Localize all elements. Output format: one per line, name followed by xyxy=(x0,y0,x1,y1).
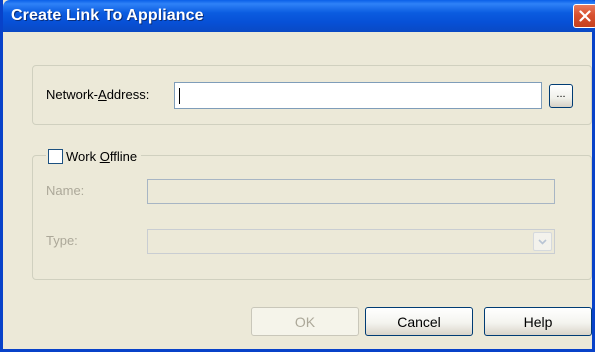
type-label: Type: xyxy=(46,233,78,248)
offline-group xyxy=(32,155,592,280)
work-offline-toggle[interactable]: Work Offline xyxy=(46,146,142,166)
network-address-input[interactable] xyxy=(174,82,542,109)
cancel-button[interactable]: Cancel xyxy=(365,307,473,336)
work-offline-label: Work Offline xyxy=(66,148,138,164)
help-button[interactable]: Help xyxy=(484,307,592,336)
name-field xyxy=(147,179,555,204)
work-offline-checkbox[interactable] xyxy=(48,148,63,164)
ok-button[interactable]: OK xyxy=(251,307,359,336)
close-button[interactable] xyxy=(573,4,595,28)
dialog-title: Create Link To Appliance xyxy=(11,7,204,24)
chevron-down-icon xyxy=(538,238,547,245)
type-dropdown-button xyxy=(533,232,552,251)
network-address-label: Network-Address: xyxy=(46,87,150,102)
type-select xyxy=(147,229,555,254)
close-icon xyxy=(579,10,591,22)
browse-button[interactable]: ... xyxy=(549,84,573,108)
title-bar[interactable]: Create Link To Appliance xyxy=(3,0,595,32)
name-label: Name: xyxy=(46,183,85,198)
text-caret xyxy=(179,88,180,104)
